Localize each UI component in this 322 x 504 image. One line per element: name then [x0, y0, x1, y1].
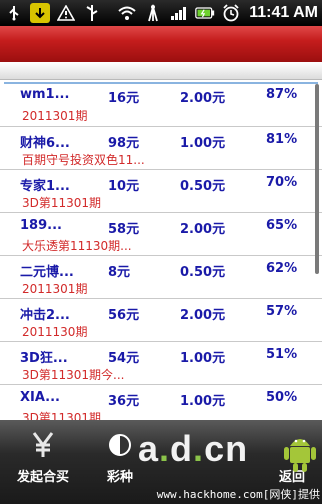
tab-label: 彩种: [106, 470, 133, 485]
plan-name: 3D狂...: [20, 351, 68, 366]
plan-share-price: 1.00元: [180, 351, 226, 366]
plan-progress: 57%: [266, 304, 298, 319]
status-bar: 11:41 AM: [0, 0, 322, 26]
clock-time: 11:41 AM: [249, 4, 318, 21]
plan-share-price: 2.00元: [180, 308, 226, 323]
status-bar-notifications: [4, 3, 102, 23]
signal-tower-icon: [143, 3, 163, 23]
tab-start-group-buy[interactable]: 发起合买: [8, 420, 78, 504]
plan-share-price: 1.00元: [180, 394, 226, 409]
watermark-logo: a.d.cn: [138, 428, 249, 469]
plan-progress: 81%: [266, 132, 298, 147]
plan-price: 36元: [108, 394, 140, 409]
plan-description: 2011130期: [22, 325, 88, 339]
usb-icon: [4, 3, 24, 23]
battery-icon: [195, 3, 215, 23]
status-bar-system: 11:41 AM: [117, 3, 318, 23]
list-item[interactable]: 189... 58元 2.00元 65% 大乐透第11130期...: [0, 213, 322, 256]
usb-debug-icon: [82, 3, 102, 23]
plan-description: 3D第11301期: [22, 411, 102, 420]
list-item[interactable]: 二元博... 8元 0.50元 62% 2011301期: [0, 256, 322, 299]
plan-list[interactable]: wm1... 16元 2.00元 87% 2011301期 财神6... 98元…: [0, 80, 322, 420]
plan-name: 二元博...: [20, 265, 74, 280]
lottery-type-icon: [105, 430, 135, 460]
plan-price: 56元: [108, 308, 140, 323]
plan-description: 2011301期: [22, 282, 88, 296]
plan-progress: 62%: [266, 261, 298, 276]
list-item[interactable]: wm1... 16元 2.00元 87% 2011301期: [0, 80, 322, 127]
plan-price: 58元: [108, 222, 140, 237]
plan-share-price: 0.50元: [180, 265, 226, 280]
app-download-icon: [30, 3, 50, 23]
plan-price: 98元: [108, 136, 140, 151]
plan-share-price: 2.00元: [180, 91, 226, 106]
plan-name: 冲击2...: [20, 308, 70, 323]
plan-progress: 70%: [266, 175, 298, 190]
plan-description: 3D第11301期今...: [22, 368, 125, 382]
tab-label: 发起合买: [16, 470, 69, 485]
plan-description: 大乐透第11130期...: [22, 239, 132, 253]
plan-progress: 50%: [266, 390, 298, 405]
plan-description: 3D第11301期: [22, 196, 102, 210]
plan-name: wm1...: [20, 87, 70, 102]
header-strip: [0, 62, 322, 80]
android-icon: [284, 430, 316, 474]
warning-icon: [56, 3, 76, 23]
watermark-caption: www.hackhome.com[网侠]提供: [156, 488, 320, 501]
plan-description: 2011301期: [22, 109, 88, 123]
title-bar: [0, 26, 322, 62]
plan-name: 189...: [20, 218, 62, 233]
plan-price: 8元: [108, 265, 131, 280]
plan-name: 财神6...: [20, 136, 70, 151]
plan-progress: 65%: [266, 218, 298, 233]
plan-price: 10元: [108, 179, 140, 194]
signal-bars-icon: [169, 3, 189, 23]
list-item[interactable]: 3D狂... 54元 1.00元 51% 3D第11301期今...: [0, 342, 322, 385]
watermark: a.d.cn www.hackhome.com[网侠]提供: [138, 428, 322, 504]
yen-icon: [28, 430, 58, 460]
list-item[interactable]: XIA... 36元 1.00元 50% 3D第11301期: [0, 385, 322, 420]
list-item[interactable]: 冲击2... 56元 2.00元 57% 2011130期: [0, 299, 322, 342]
alarm-icon: [221, 3, 241, 23]
list-scrollbar[interactable]: [315, 84, 319, 274]
plan-name: XIA...: [20, 390, 60, 405]
plan-price: 54元: [108, 351, 140, 366]
plan-description: 百期守号投资双色11...: [22, 153, 145, 167]
wifi-icon: [117, 3, 137, 23]
list-item[interactable]: 专家1... 10元 0.50元 70% 3D第11301期: [0, 170, 322, 213]
plan-progress: 51%: [266, 347, 298, 362]
list-item[interactable]: 财神6... 98元 1.00元 81% 百期守号投资双色11...: [0, 127, 322, 170]
plan-share-price: 2.00元: [180, 222, 226, 237]
plan-name: 专家1...: [20, 179, 70, 194]
plan-share-price: 1.00元: [180, 136, 226, 151]
plan-progress: 87%: [266, 87, 298, 102]
plan-share-price: 0.50元: [180, 179, 226, 194]
plan-price: 16元: [108, 91, 140, 106]
